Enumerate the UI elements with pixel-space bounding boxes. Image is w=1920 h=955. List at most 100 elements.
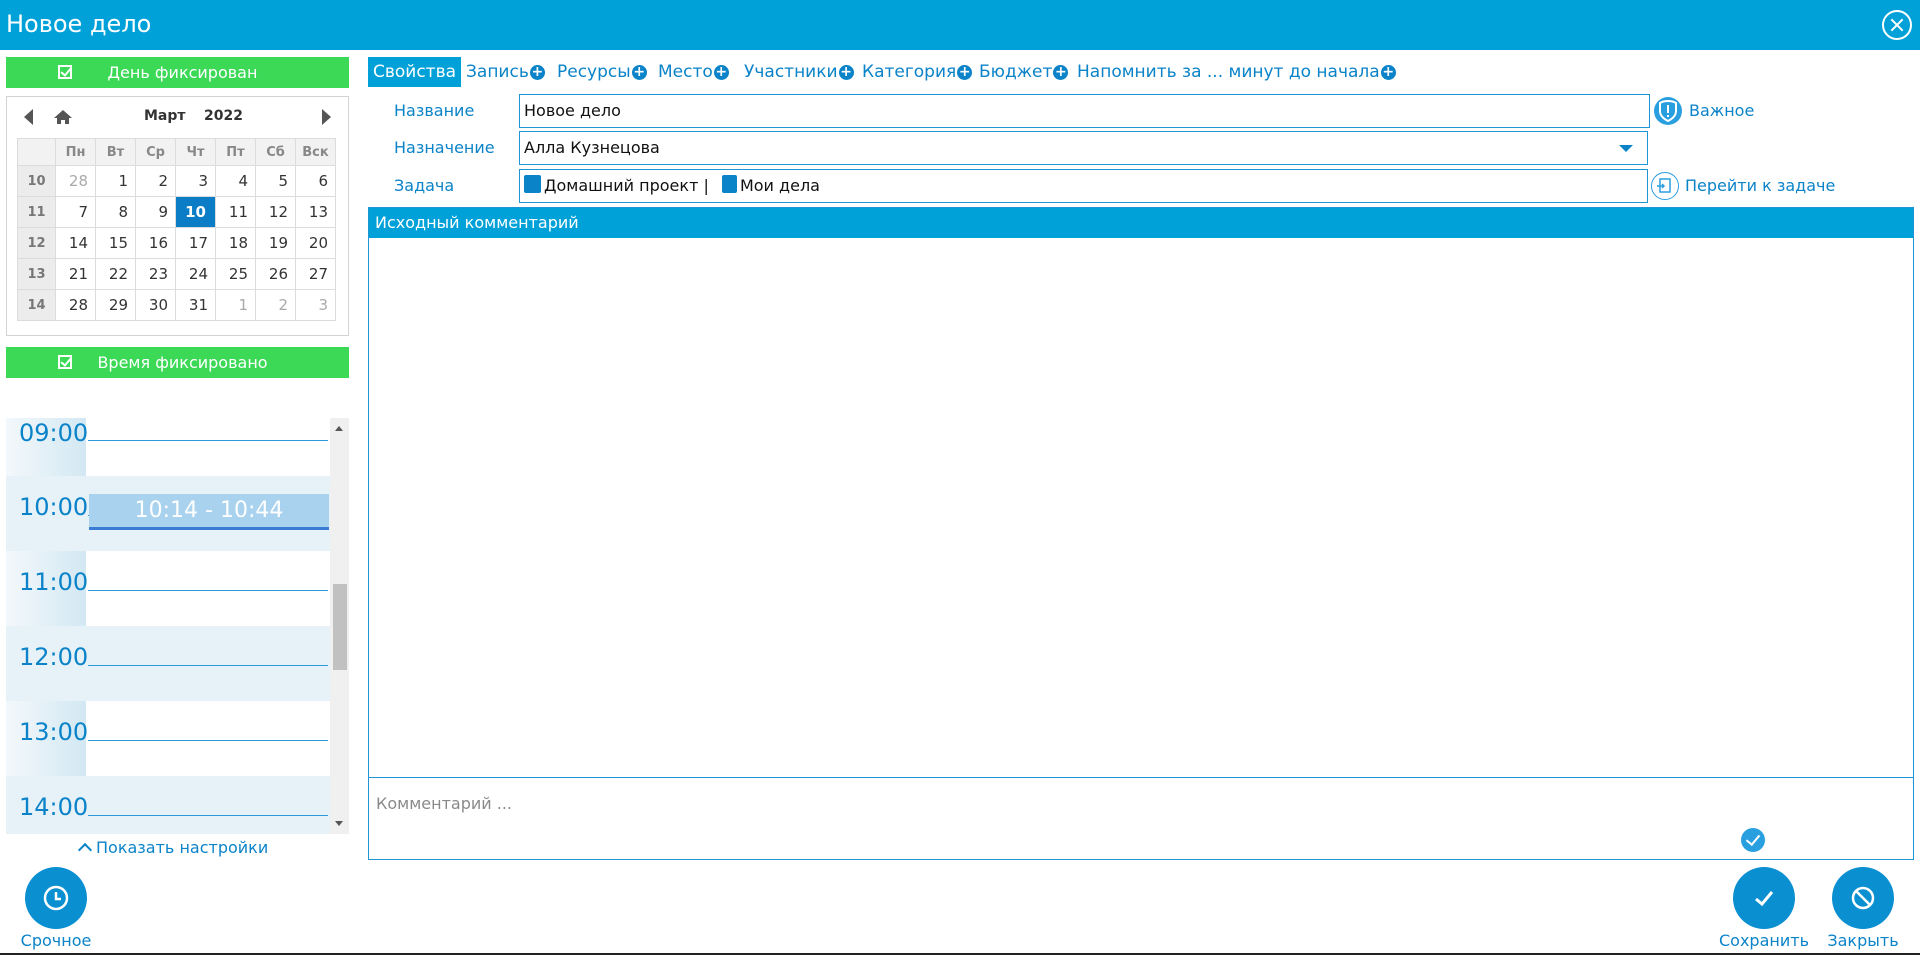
time-slot-event[interactable]: 10:14 - 10:44 xyxy=(89,494,329,530)
weekday-header: Пн xyxy=(55,138,96,166)
calendar-day[interactable]: 17 xyxy=(175,227,216,259)
scroll-up-icon[interactable] xyxy=(335,426,343,431)
task-list: Мои дела xyxy=(739,176,820,195)
calendar-day[interactable]: 21 xyxy=(55,258,96,290)
day-fixed-toggle[interactable]: День фиксирован xyxy=(6,57,349,88)
tab-label: Участники xyxy=(744,62,838,82)
calendar-day[interactable]: 19 xyxy=(255,227,296,259)
calendar-day[interactable]: 2 xyxy=(135,165,176,197)
calendar-day[interactable]: 3 xyxy=(175,165,216,197)
calendar-day[interactable]: 7 xyxy=(55,196,96,228)
tab-category[interactable]: Категория + xyxy=(862,57,973,87)
hour-label: 11:00 xyxy=(19,568,89,596)
tab-label: Запись xyxy=(466,62,529,82)
calendar-day[interactable]: 20 xyxy=(295,227,336,259)
calendar-day[interactable]: 28 xyxy=(55,165,96,197)
weekday-header: Чт xyxy=(175,138,216,166)
calendar-day[interactable]: 24 xyxy=(175,258,216,290)
hour-row[interactable]: 13:00 xyxy=(6,701,330,776)
save-button[interactable] xyxy=(1733,867,1795,929)
comment-input[interactable]: Комментарий ... xyxy=(369,777,1913,859)
tab-resources[interactable]: Ресурсы + xyxy=(557,57,647,87)
weekday-header: Ср xyxy=(135,138,176,166)
name-field[interactable]: Новое дело xyxy=(519,94,1650,128)
cancel-icon xyxy=(1849,884,1877,912)
day-schedule[interactable]: 09:00 10:00 11:00 12:00 13:00 14:00 10:1… xyxy=(6,418,349,834)
next-month-icon[interactable] xyxy=(322,109,331,125)
calendar-day[interactable]: 4 xyxy=(215,165,256,197)
calendar-day[interactable]: 11 xyxy=(215,196,256,228)
calendar-day[interactable]: 31 xyxy=(175,289,216,321)
chevron-down-icon[interactable] xyxy=(1619,145,1633,152)
calendar-day[interactable]: 25 xyxy=(215,258,256,290)
assignment-select[interactable]: Алла Кузнецова xyxy=(519,131,1648,165)
plus-icon: + xyxy=(957,64,973,80)
calendar-day[interactable]: 13 xyxy=(295,196,336,228)
schedule-scrollbar[interactable] xyxy=(330,418,349,834)
project-icon xyxy=(524,175,541,193)
time-fixed-toggle[interactable]: Время фиксировано xyxy=(6,347,349,378)
task-field[interactable]: Домашний проект | Мои дела xyxy=(519,169,1648,203)
submit-comment-icon[interactable] xyxy=(1741,828,1765,852)
show-settings-link[interactable]: Показать настройки xyxy=(77,838,268,858)
comment-panel: Исходный комментарий Комментарий ... xyxy=(368,207,1914,860)
scroll-thumb[interactable] xyxy=(333,584,347,670)
calendar-day[interactable]: 9 xyxy=(135,196,176,228)
urgent-button[interactable] xyxy=(25,867,87,929)
important-icon[interactable] xyxy=(1654,97,1682,125)
goto-task-link[interactable]: Перейти к задаче xyxy=(1685,176,1835,195)
close-label[interactable]: Закрыть xyxy=(1822,931,1904,950)
calendar-day[interactable]: 1 xyxy=(215,289,256,321)
hour-row[interactable]: 11:00 xyxy=(6,551,330,626)
calendar-day[interactable]: 28 xyxy=(55,289,96,321)
calendar-header: Март 2022 xyxy=(7,97,348,137)
hour-row[interactable]: 12:00 xyxy=(6,626,330,701)
prev-month-icon[interactable] xyxy=(24,109,33,125)
tab-budget[interactable]: Бюджет + xyxy=(979,57,1069,87)
calendar-day[interactable]: 12 xyxy=(255,196,296,228)
hour-row[interactable]: 14:00 xyxy=(6,776,330,834)
calendar-day[interactable]: 16 xyxy=(135,227,176,259)
calendar-day-selected[interactable]: 10 xyxy=(175,196,216,228)
calendar-year[interactable]: 2022 xyxy=(204,108,243,124)
tab-label: Свойства xyxy=(373,62,457,82)
hour-label: 14:00 xyxy=(19,793,89,821)
calendar-day[interactable]: 22 xyxy=(95,258,136,290)
calendar-day[interactable]: 6 xyxy=(295,165,336,197)
important-label[interactable]: Важное xyxy=(1689,101,1754,120)
home-icon[interactable] xyxy=(53,109,73,125)
calendar-day[interactable]: 8 xyxy=(95,196,136,228)
plus-icon: + xyxy=(838,64,854,80)
close-button[interactable] xyxy=(1832,867,1894,929)
urgent-label[interactable]: Срочное xyxy=(14,931,98,950)
hour-label: 09:00 xyxy=(19,419,89,447)
scroll-down-icon[interactable] xyxy=(335,821,343,826)
calendar-day[interactable]: 5 xyxy=(255,165,296,197)
calendar-day[interactable]: 29 xyxy=(95,289,136,321)
tab-properties[interactable]: Свойства xyxy=(368,57,462,87)
calendar-month[interactable]: Март xyxy=(144,108,186,124)
calendar-day[interactable]: 2 xyxy=(255,289,296,321)
tab-reminder[interactable]: Напомнить за ... минут до начала + xyxy=(1077,57,1396,87)
mini-calendar: Март 2022 Пн Вт Ср Чт Пт Сб Вск 10 28 1 … xyxy=(6,96,349,336)
calendar-day[interactable]: 14 xyxy=(55,227,96,259)
tab-record[interactable]: Запись + xyxy=(466,57,545,87)
calendar-day[interactable]: 18 xyxy=(215,227,256,259)
week-number: 13 xyxy=(17,258,56,290)
hour-line xyxy=(88,815,328,816)
plus-icon: + xyxy=(1380,64,1396,80)
goto-task-icon[interactable] xyxy=(1651,172,1679,200)
calendar-day[interactable]: 26 xyxy=(255,258,296,290)
calendar-day[interactable]: 23 xyxy=(135,258,176,290)
tab-participants[interactable]: Участники + xyxy=(744,57,854,87)
calendar-day[interactable]: 3 xyxy=(295,289,336,321)
hour-line xyxy=(88,590,328,591)
calendar-day[interactable]: 27 xyxy=(295,258,336,290)
close-window-icon[interactable] xyxy=(1882,10,1912,40)
calendar-day[interactable]: 1 xyxy=(95,165,136,197)
checkbox-icon xyxy=(58,355,72,369)
save-label[interactable]: Сохранить xyxy=(1719,931,1809,950)
calendar-day[interactable]: 30 xyxy=(135,289,176,321)
calendar-day[interactable]: 15 xyxy=(95,227,136,259)
tab-place[interactable]: Место + xyxy=(658,57,729,87)
